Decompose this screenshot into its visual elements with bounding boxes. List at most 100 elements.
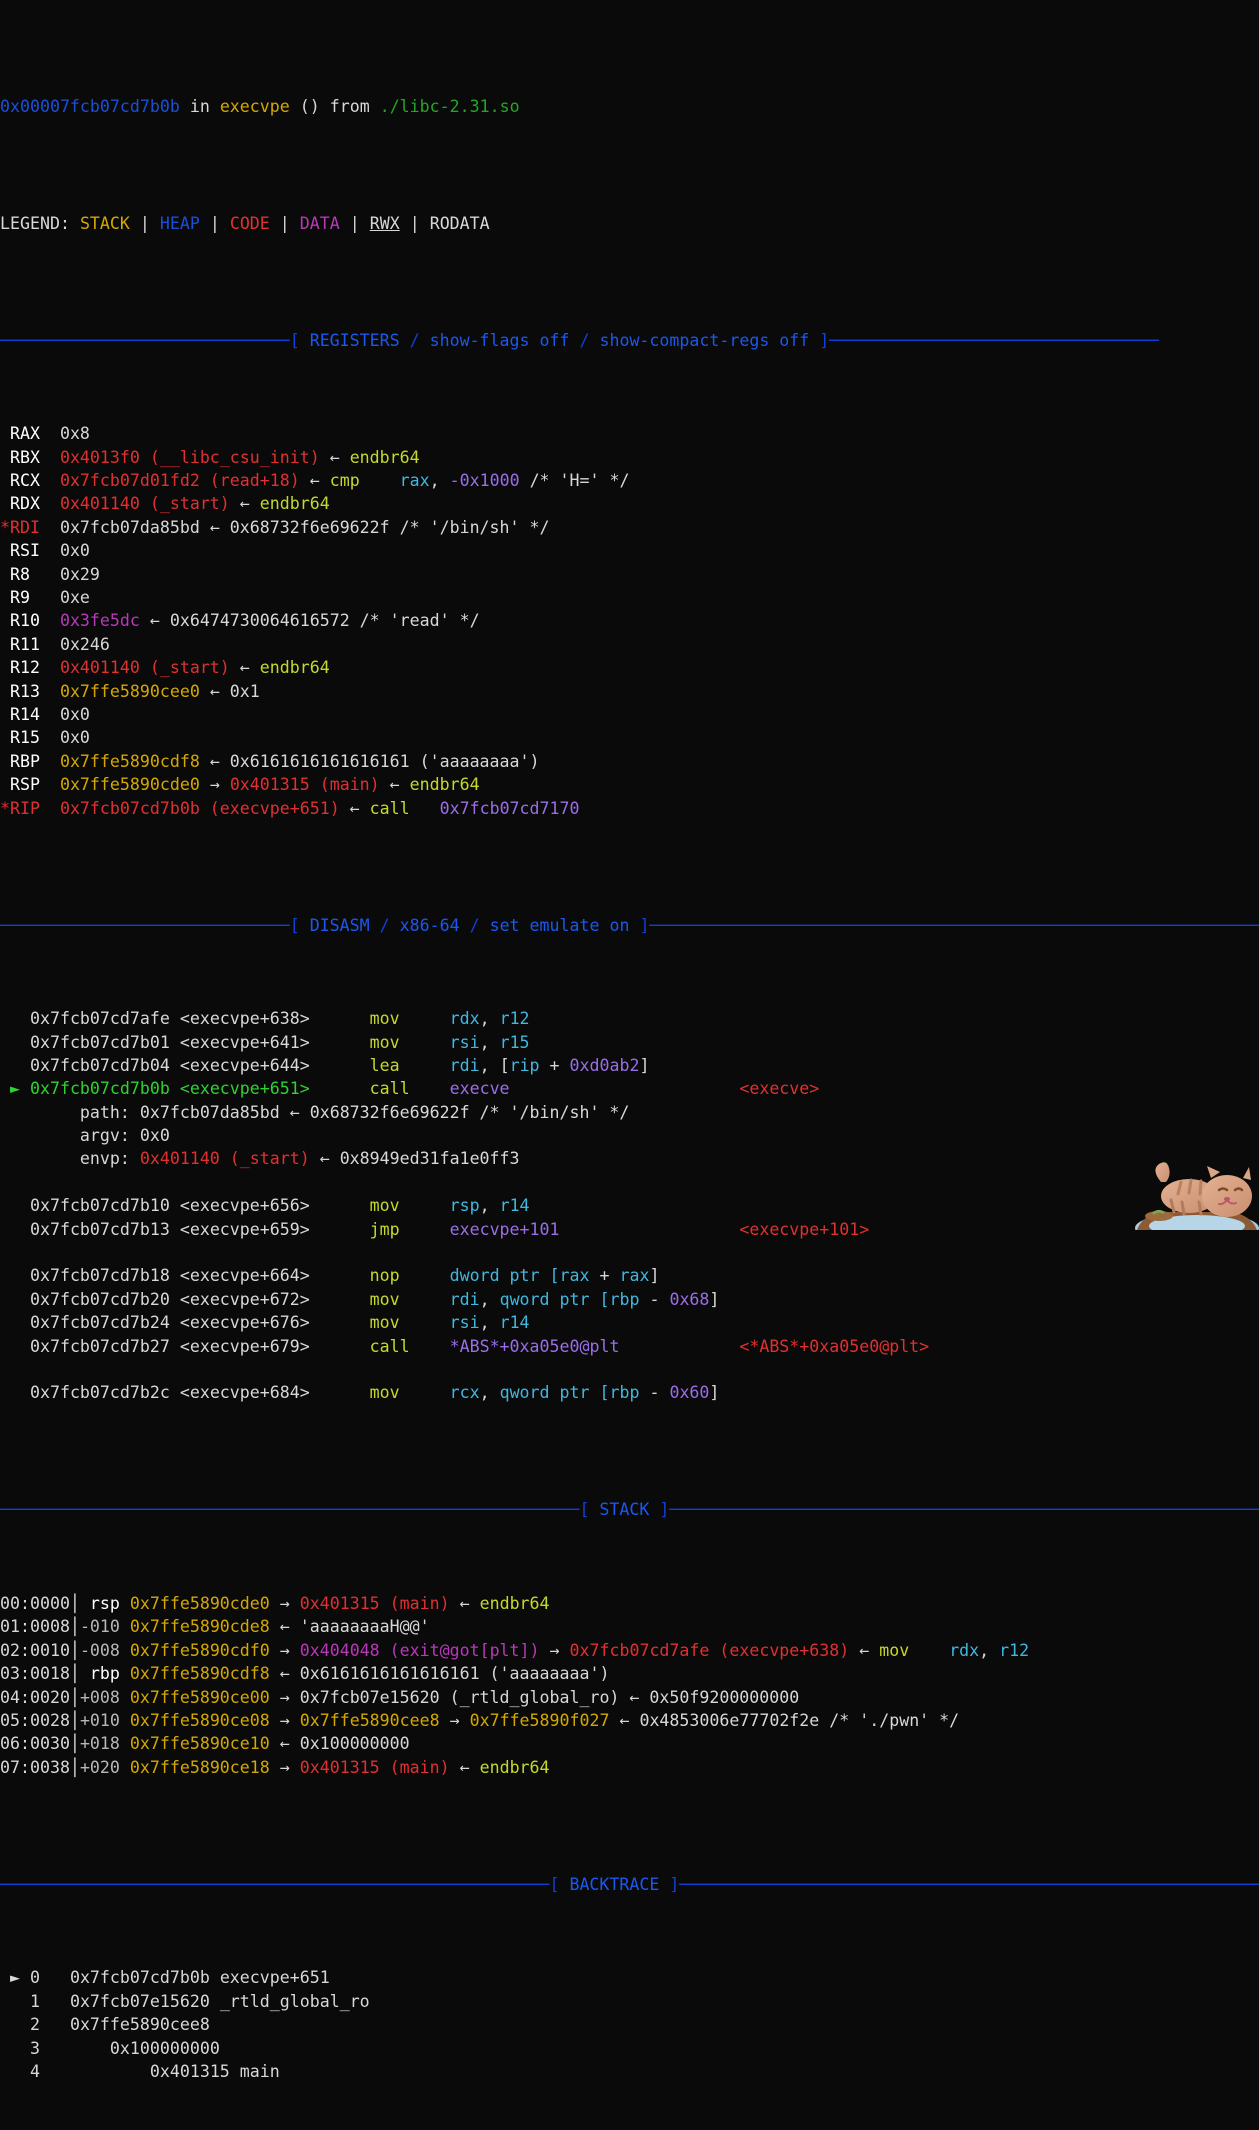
backtrace-frame-number: 1 bbox=[29, 1991, 70, 2011]
backtrace-frame-address: 0x7fcb07cd7b0b bbox=[69, 1968, 210, 1988]
stack-row-address: 0x7ffe5890ce18 bbox=[129, 1757, 270, 1777]
stack-row-detail: rdx bbox=[949, 1640, 980, 1660]
stack-row: 02:0010│-008 0x7ffe5890cdf0 → 0x404048 (… bbox=[0, 1639, 1259, 1662]
stack-column-separator: │ bbox=[69, 1617, 80, 1637]
register-detail: ← bbox=[319, 447, 350, 467]
register-detail: ← 0x68732f6e69622f /* '/bin/sh' */ bbox=[199, 517, 550, 537]
register-value: 0x4013f0 (__libc_csu_init) bbox=[59, 447, 320, 467]
call-argument-detail: ← 0x8949ed31fa1e0ff3 bbox=[309, 1149, 520, 1169]
disasm-operand: rdi bbox=[449, 1055, 480, 1075]
call-argument-label: argv: bbox=[0, 1126, 140, 1146]
backtrace-frame-symbol: _rtld_global_ro bbox=[209, 1991, 370, 2011]
banner-rule-right: ────────────────────────────────────────… bbox=[669, 1500, 1259, 1520]
registers-banner-opt1: show-flags off bbox=[429, 330, 570, 350]
disasm-mnemonic: lea bbox=[369, 1055, 450, 1075]
legend-label: LEGEND: bbox=[0, 213, 70, 233]
call-argument-value: 0x401140 (_start) bbox=[139, 1149, 310, 1169]
disasm-operand: rdi bbox=[449, 1289, 480, 1309]
stack-row-detail: → 0x7fcb07e15620 (_rtld_global_ro) ← 0x5… bbox=[269, 1687, 800, 1707]
backtrace-frame-number: 3 bbox=[29, 2038, 70, 2058]
disasm-operand: r15 bbox=[499, 1032, 530, 1052]
register-name: R8 bbox=[10, 564, 60, 584]
disasm-address: 0x7fcb07cd7b0b bbox=[29, 1079, 180, 1099]
register-row: *RIP 0x7fcb07cd7b0b (execvpe+651) ← call… bbox=[0, 797, 1259, 820]
backtrace-current-arrow-icon bbox=[0, 2015, 30, 2034]
register-change-marker bbox=[0, 728, 10, 747]
backtrace-banner-title: BACKTRACE bbox=[569, 1874, 660, 1894]
stack-pane: 00:0000│ rsp 0x7ffe5890cde0 → 0x401315 (… bbox=[0, 1592, 1259, 1779]
stack-row-detail: → bbox=[439, 1710, 470, 1730]
register-change-marker bbox=[0, 635, 10, 654]
disasm-operand: qword ptr [ bbox=[499, 1289, 610, 1309]
disasm-operand: , bbox=[479, 1383, 500, 1403]
backtrace-frame-symbol: execvpe+651 bbox=[209, 1968, 330, 1988]
disasm-operand: execve bbox=[449, 1079, 510, 1099]
disasm-current-arrow-icon bbox=[0, 1266, 30, 1285]
disasm-operand: rax bbox=[559, 1266, 590, 1286]
disasm-operand: r14 bbox=[499, 1196, 530, 1216]
backtrace-row: 3 0x100000000 bbox=[0, 2037, 1259, 2060]
register-detail: → bbox=[199, 775, 230, 795]
disasm-row: 0x7fcb07cd7b13 <execvpe+659> jmp execvpe… bbox=[0, 1218, 1259, 1241]
disasm-branch-target: <execvpe+101> bbox=[739, 1219, 870, 1239]
stack-row-index: 03:0018 bbox=[0, 1664, 70, 1684]
stack-row-index: 02:0010 bbox=[0, 1640, 70, 1660]
register-detail: ← 0x1 bbox=[199, 681, 260, 701]
disasm-operand: ] bbox=[639, 1055, 650, 1075]
register-detail: ← bbox=[339, 798, 370, 818]
registers-banner-opt2: show-compact-regs off bbox=[599, 330, 810, 350]
stack-row-detail: 0x7fcb07cd7afe (execvpe+638) bbox=[569, 1640, 850, 1660]
backtrace-current-row: ► 0 0x7fcb07cd7b0b execvpe+651 bbox=[0, 1966, 1259, 1989]
register-change-marker bbox=[0, 588, 10, 607]
disasm-operand: ] bbox=[649, 1266, 660, 1286]
stack-row-address: 0x7ffe5890cdf0 bbox=[129, 1640, 270, 1660]
disasm-current-arrow-icon bbox=[0, 1313, 30, 1332]
stack-row-address: 0x7ffe5890ce00 bbox=[129, 1687, 270, 1707]
stack-row-index: 07:0038 bbox=[0, 1757, 70, 1777]
call-argument-label: envp: bbox=[0, 1149, 140, 1169]
banner-rule-left: ───────────────────────────── bbox=[0, 330, 290, 350]
disasm-symbol: <execvpe+659> bbox=[179, 1219, 370, 1239]
stack-row-detail: endbr64 bbox=[479, 1757, 550, 1777]
register-name: R13 bbox=[10, 681, 60, 701]
register-name: R11 bbox=[10, 634, 60, 654]
register-detail: endbr64 bbox=[409, 775, 480, 795]
disasm-call-argument: path: 0x7fcb07da85bd ← 0x68732f6e69622f … bbox=[0, 1101, 1259, 1124]
backtrace-banner: ────────────────────────────────────────… bbox=[0, 1874, 1259, 1894]
register-name: R12 bbox=[10, 658, 60, 678]
backtrace-current-arrow-icon bbox=[0, 2039, 30, 2058]
header-in-word: in bbox=[189, 96, 210, 116]
stack-row-offset: +020 bbox=[79, 1757, 130, 1777]
disasm-operand: rbp bbox=[609, 1383, 640, 1403]
disasm-banner-opt: set emulate on bbox=[489, 915, 630, 935]
register-value: 0x7fcb07d01fd2 (read+18) bbox=[59, 471, 300, 491]
disasm-operand: - bbox=[639, 1383, 670, 1403]
stack-row-detail: ← 0x4853006e77702f2e /* './pwn' */ bbox=[609, 1710, 960, 1730]
register-row: RSP 0x7ffe5890cde0 → 0x401315 (main) ← e… bbox=[0, 773, 1259, 796]
terminal-screen[interactable]: 0x00007fcb07cd7b0b in execvpe () from ./… bbox=[0, 0, 1259, 2081]
register-value: 0x0 bbox=[59, 541, 90, 561]
register-detail: ← bbox=[299, 471, 330, 491]
stack-row-offset: -010 bbox=[79, 1617, 130, 1637]
stack-column-separator: │ bbox=[69, 1757, 80, 1777]
disasm-operand: qword ptr [ bbox=[499, 1383, 610, 1403]
disasm-row: 0x7fcb07cd7b27 <execvpe+679> call *ABS*+… bbox=[0, 1335, 1259, 1358]
disasm-pane: 0x7fcb07cd7afe <execvpe+638> mov rdx, r1… bbox=[0, 1007, 1259, 1405]
register-name: RCX bbox=[10, 471, 60, 491]
disasm-mnemonic: mov bbox=[369, 1383, 450, 1403]
register-detail: ← 0x6161616161616161 ('aaaaaaaa') bbox=[199, 751, 540, 771]
stack-row-detail: mov bbox=[879, 1640, 910, 1660]
backtrace-frame-number: 0 bbox=[29, 1968, 70, 1988]
register-value: 0x401140 (_start) bbox=[59, 494, 230, 514]
stack-row-index: 00:0000 bbox=[0, 1594, 70, 1614]
disasm-operand: , bbox=[479, 1289, 500, 1309]
disasm-banner-title: DISASM bbox=[309, 915, 370, 935]
backtrace-row: 2 0x7ffe5890cee8 bbox=[0, 2013, 1259, 2036]
register-row: RBX 0x4013f0 (__libc_csu_init) ← endbr64 bbox=[0, 446, 1259, 469]
register-detail: endbr64 bbox=[349, 447, 420, 467]
backtrace-frame-address: 0x100000000 bbox=[69, 2038, 220, 2058]
stack-row-detail: 0x401315 (main) bbox=[299, 1594, 450, 1614]
register-row: *RDI 0x7fcb07da85bd ← 0x68732f6e69622f /… bbox=[0, 516, 1259, 539]
disasm-gap bbox=[619, 1337, 739, 1356]
disasm-operand: rip bbox=[509, 1055, 540, 1075]
